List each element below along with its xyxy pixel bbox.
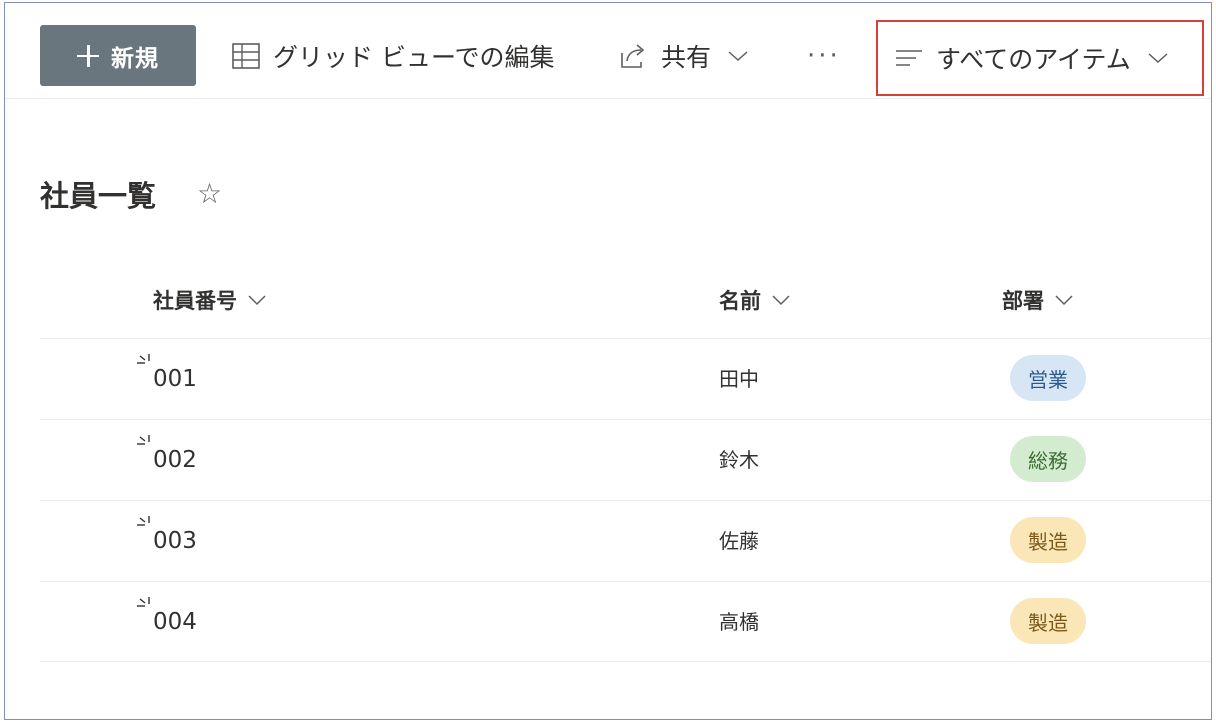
employee-id-cell[interactable]: 004: [153, 609, 197, 635]
column-header-label: 社員番号: [153, 289, 237, 313]
name-cell: 高橋: [719, 610, 759, 634]
column-header-label: 部署: [1002, 289, 1044, 313]
chevron-down-icon: [1054, 294, 1074, 306]
column-header-name[interactable]: 名前: [719, 285, 791, 315]
app-frame: 新規 グリッド ビューでの編集 共有 ··· すべてのアイテム 社員一覧 ☆ 社…: [4, 2, 1212, 720]
share-button[interactable]: 共有: [619, 25, 749, 86]
more-icon: ···: [807, 40, 841, 71]
plus-icon: [77, 44, 99, 67]
name-cell: 鈴木: [719, 448, 759, 472]
new-item-sparkle-icon: [136, 353, 154, 373]
new-button[interactable]: 新規: [40, 25, 196, 86]
chevron-down-icon: [247, 294, 267, 306]
chevron-down-icon: [727, 49, 749, 63]
chevron-down-icon: [771, 294, 791, 306]
name-cell: 田中: [719, 367, 759, 391]
table-row[interactable]: 004 高橋 製造: [40, 581, 1211, 662]
department-badge: 営業: [1010, 355, 1086, 401]
table-row[interactable]: 001 田中 営業: [40, 338, 1211, 419]
command-bar: 新規 グリッド ビューでの編集 共有 ··· すべてのアイテム: [5, 3, 1211, 99]
grid-view-edit-label: グリッド ビューでの編集: [273, 42, 555, 72]
department-badge: 総務: [1010, 436, 1086, 482]
department-badge: 製造: [1010, 598, 1086, 644]
employee-id-cell[interactable]: 003: [153, 528, 197, 554]
new-button-label: 新規: [111, 45, 159, 72]
share-icon: [619, 42, 649, 70]
more-button[interactable]: ···: [807, 25, 841, 86]
page-title: 社員一覧: [40, 179, 157, 213]
new-item-sparkle-icon: [136, 434, 154, 454]
new-item-sparkle-icon: [136, 596, 154, 616]
table-row[interactable]: 002 鈴木 総務: [40, 419, 1211, 500]
column-header-department[interactable]: 部署: [1002, 285, 1074, 315]
grid-icon: [231, 41, 261, 71]
column-header-employee-id[interactable]: 社員番号: [153, 285, 267, 315]
grid-view-edit-button[interactable]: グリッド ビューでの編集: [231, 25, 554, 86]
view-lines-icon: [894, 47, 924, 69]
share-label: 共有: [661, 42, 712, 72]
column-header-label: 名前: [719, 289, 761, 313]
view-selector[interactable]: すべてのアイテム: [876, 20, 1204, 96]
new-item-sparkle-icon: [136, 515, 154, 535]
view-selector-label: すべてのアイテム: [936, 45, 1131, 74]
employee-id-cell[interactable]: 001: [153, 366, 197, 392]
name-cell: 佐藤: [719, 529, 759, 553]
star-icon[interactable]: ☆: [197, 177, 222, 210]
table-row[interactable]: 003 佐藤 製造: [40, 500, 1211, 581]
chevron-down-icon: [1147, 51, 1169, 65]
employee-id-cell[interactable]: 002: [153, 447, 197, 473]
department-badge: 製造: [1010, 517, 1086, 563]
